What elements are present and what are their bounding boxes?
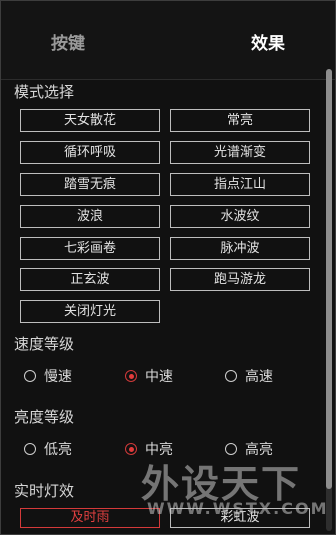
mode-button-1[interactable]: 天女散花	[20, 109, 160, 132]
brightness-option-medium[interactable]: 中亮	[125, 439, 173, 459]
brightness-option-low[interactable]: 低亮	[24, 439, 72, 459]
radio-circle-icon	[225, 443, 237, 455]
mode-button-6[interactable]: 指点江山	[170, 173, 310, 196]
live-effect-button-2[interactable]: 彩虹波	[170, 508, 310, 528]
brightness-option-label: 低亮	[44, 442, 72, 458]
speed-option-label: 高速	[245, 369, 273, 385]
tab-keys[interactable]: 按键	[51, 29, 85, 54]
speed-section-title: 速度等级	[14, 335, 75, 353]
brightness-option-label: 高亮	[245, 442, 273, 458]
radio-checked-icon	[125, 370, 137, 382]
radio-checked-icon	[125, 443, 137, 455]
scrollbar-thumb[interactable]	[326, 69, 332, 489]
mode-section-title: 模式选择	[14, 83, 75, 101]
mode-button-7[interactable]: 波浪	[20, 205, 160, 228]
mode-button-5[interactable]: 踏雪无痕	[20, 173, 160, 196]
speed-option-label: 中速	[145, 369, 173, 385]
mode-button-13[interactable]: 关闭灯光	[20, 300, 160, 323]
tab-bar: 按键 效果	[1, 1, 335, 80]
brightness-option-label: 中亮	[145, 442, 173, 458]
effects-panel: 模式选择 天女散花 常亮 循环呼吸 光谱渐变 踏雪无痕 指点江山 波浪 水波纹 …	[1, 80, 335, 534]
brightness-section-title: 亮度等级	[14, 408, 75, 426]
live-effect-button-1[interactable]: 及时雨	[20, 508, 160, 528]
speed-option-fast[interactable]: 高速	[225, 366, 273, 386]
speed-option-medium[interactable]: 中速	[125, 366, 173, 386]
vertical-scrollbar[interactable]	[326, 69, 332, 531]
settings-window: 按键 效果 模式选择 天女散花 常亮 循环呼吸 光谱渐变 踏雪无痕 指点江山 波…	[0, 0, 336, 535]
mode-button-8[interactable]: 水波纹	[170, 205, 310, 228]
mode-button-3[interactable]: 循环呼吸	[20, 141, 160, 164]
radio-circle-icon	[225, 370, 237, 382]
tab-effects[interactable]: 效果	[251, 29, 285, 54]
mode-button-4[interactable]: 光谱渐变	[170, 141, 310, 164]
mode-button-9[interactable]: 七彩画卷	[20, 237, 160, 260]
mode-button-2[interactable]: 常亮	[170, 109, 310, 132]
radio-circle-icon	[24, 370, 36, 382]
speed-option-slow[interactable]: 慢速	[24, 366, 72, 386]
mode-button-12[interactable]: 跑马游龙	[170, 268, 310, 291]
speed-option-label: 慢速	[44, 369, 72, 385]
radio-circle-icon	[24, 443, 36, 455]
mode-button-10[interactable]: 脉冲波	[170, 237, 310, 260]
mode-button-11[interactable]: 正玄波	[20, 268, 160, 291]
live-section-title: 实时灯效	[14, 482, 75, 500]
brightness-option-high[interactable]: 高亮	[225, 439, 273, 459]
